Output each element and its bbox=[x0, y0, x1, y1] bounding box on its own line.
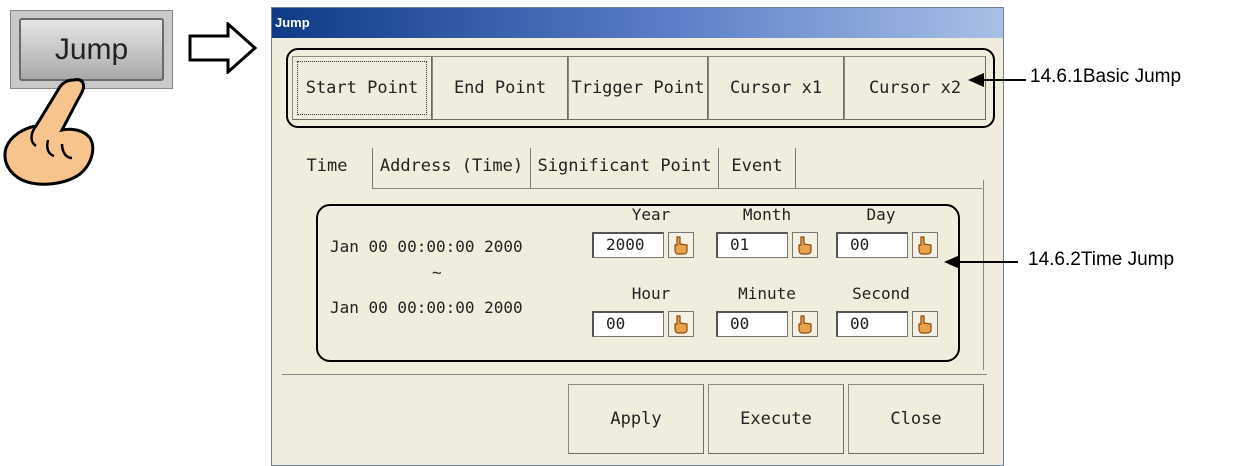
basic-jump-annotation: 14.6.1Basic Jump bbox=[1030, 66, 1182, 87]
panel-border bbox=[983, 180, 984, 370]
jump-button-label: Jump bbox=[54, 32, 129, 66]
tab-event[interactable]: Event bbox=[718, 148, 796, 188]
arrow-left-icon bbox=[944, 255, 1018, 269]
tab-address-time-label: Address (Time) bbox=[379, 156, 524, 176]
jump-button[interactable]: Jump bbox=[19, 18, 164, 81]
dialog-titlebar: Jump bbox=[272, 8, 1003, 38]
arrow-left-icon bbox=[968, 73, 1026, 87]
execute-label: Execute bbox=[740, 409, 812, 429]
time-jump-annotation: 14.6.2Time Jump bbox=[1028, 249, 1175, 270]
dialog-title: Jump bbox=[275, 15, 310, 30]
tab-significant-point-label: Significant Point bbox=[537, 156, 712, 176]
close-button[interactable]: Close bbox=[848, 384, 984, 454]
pointing-hand-icon bbox=[3, 78, 95, 186]
tab-significant-point[interactable]: Significant Point bbox=[530, 148, 718, 188]
apply-button[interactable]: Apply bbox=[568, 384, 704, 454]
time-jump-highlight bbox=[316, 204, 960, 362]
footer-divider bbox=[282, 374, 987, 375]
close-label: Close bbox=[890, 409, 942, 429]
tab-address-time[interactable]: Address (Time) bbox=[372, 148, 530, 188]
apply-label: Apply bbox=[610, 409, 662, 429]
tab-time-label: Time bbox=[306, 156, 348, 176]
tab-time[interactable]: Time bbox=[282, 148, 372, 188]
execute-button[interactable]: Execute bbox=[708, 384, 844, 454]
tab-event-label: Event bbox=[731, 156, 783, 176]
tab-divider bbox=[372, 188, 982, 189]
outline-arrow-right-icon bbox=[188, 22, 258, 74]
basic-jump-highlight bbox=[286, 48, 995, 128]
jump-dialog: Jump Start Point End Point Trigger Point… bbox=[271, 7, 1004, 466]
